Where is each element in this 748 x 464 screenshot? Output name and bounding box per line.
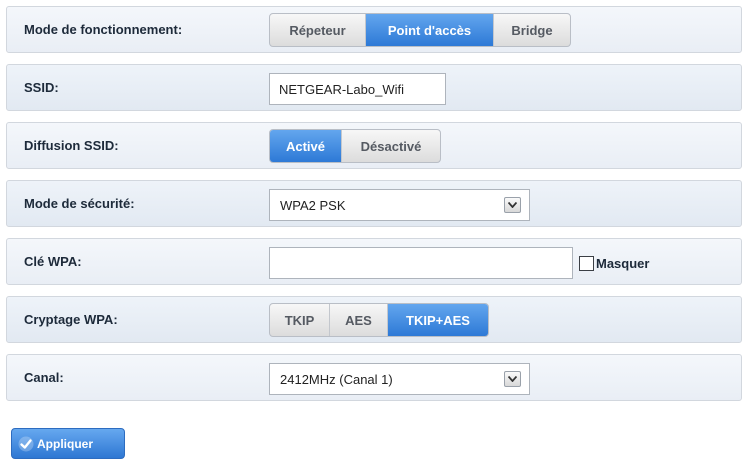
security-mode-value: WPA2 PSK — [280, 197, 346, 213]
channel-select[interactable]: 2412MHz (Canal 1) — [269, 363, 530, 395]
ssid-label: SSID: — [24, 80, 59, 95]
broadcast-option-enabled[interactable]: Activé — [270, 130, 342, 162]
encryption-option-tkip-aes[interactable]: TKIP+AES — [388, 304, 488, 336]
row-channel: Canal: 2412MHz (Canal 1) — [6, 354, 742, 401]
wpa-key-label: Clé WPA: — [24, 254, 82, 269]
row-wpa-key: Clé WPA: Masquer — [6, 238, 742, 285]
mode-option-bridge[interactable]: Bridge — [494, 14, 570, 46]
apply-button-label: Appliquer — [37, 436, 93, 451]
mask-key-toggle[interactable]: Masquer — [579, 256, 649, 271]
row-ssid-broadcast: Diffusion SSID: Activé Désactivé — [6, 122, 742, 169]
chevron-down-icon[interactable] — [504, 197, 521, 213]
wpa-encryption-segmented-control: TKIP AES TKIP+AES — [269, 303, 489, 337]
security-mode-select[interactable]: WPA2 PSK — [269, 189, 530, 221]
broadcast-option-disabled[interactable]: Désactivé — [342, 130, 440, 162]
ssid-broadcast-label: Diffusion SSID: — [24, 138, 119, 153]
mask-key-checkbox[interactable] — [579, 256, 594, 271]
mask-key-label: Masquer — [596, 256, 650, 271]
channel-label: Canal: — [24, 370, 64, 385]
checkmark-icon — [18, 436, 34, 451]
wpa-encryption-label: Cryptage WPA: — [24, 312, 118, 327]
chevron-down-icon[interactable] — [504, 371, 521, 387]
row-wpa-encryption: Cryptage WPA: TKIP AES TKIP+AES — [6, 296, 742, 343]
row-ssid: SSID: — [6, 64, 742, 111]
encryption-option-tkip[interactable]: TKIP — [270, 304, 330, 336]
apply-button[interactable]: Appliquer — [11, 428, 125, 459]
wpa-key-input[interactable] — [269, 247, 573, 279]
row-operating-mode: Mode de fonctionnement: Répeteur Point d… — [6, 6, 742, 53]
row-security-mode: Mode de sécurité: WPA2 PSK — [6, 180, 742, 227]
operating-mode-segmented-control: Répeteur Point d'accès Bridge — [269, 13, 571, 47]
channel-value: 2412MHz (Canal 1) — [280, 371, 393, 387]
mode-option-repeater[interactable]: Répeteur — [270, 14, 366, 46]
ssid-broadcast-segmented-control: Activé Désactivé — [269, 129, 441, 163]
ssid-input[interactable] — [269, 73, 446, 105]
operating-mode-label: Mode de fonctionnement: — [24, 22, 183, 37]
security-mode-label: Mode de sécurité: — [24, 196, 135, 211]
mode-option-access-point[interactable]: Point d'accès — [366, 14, 494, 46]
encryption-option-aes[interactable]: AES — [330, 304, 388, 336]
